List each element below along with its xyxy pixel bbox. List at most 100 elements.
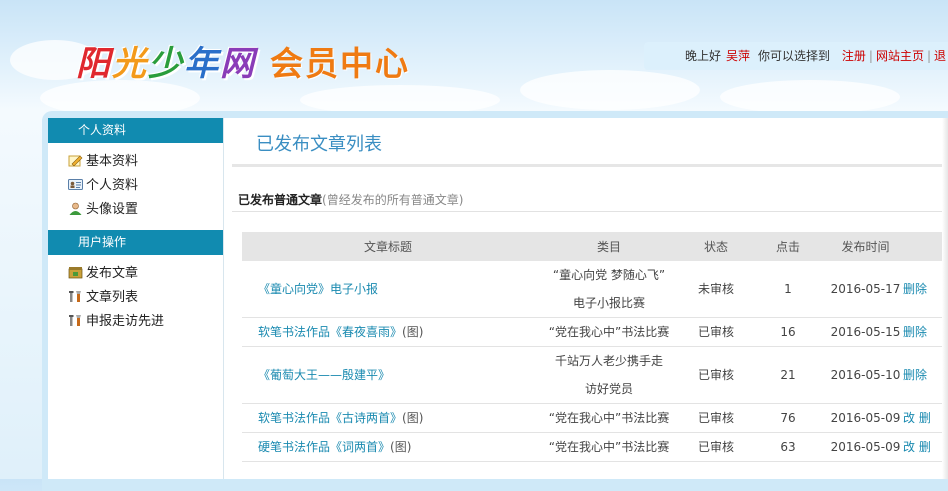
logo-char: 光 <box>112 44 148 84</box>
panel-edge-shadow <box>942 118 948 479</box>
tools-icon <box>68 312 83 326</box>
article-clicks: 16 <box>748 317 828 347</box>
logout-link[interactable]: 退 <box>934 49 946 63</box>
section-subtitle: (曾经发布的所有普通文章) <box>322 193 464 207</box>
article-category-cell: “党在我心中”书法比赛 <box>534 432 684 462</box>
article-status: 已审核 <box>684 432 748 462</box>
article-title-cell: 《葡萄大王——殷建平》 <box>242 346 534 404</box>
delete-link[interactable]: 删除 <box>903 325 927 339</box>
table-row: 硬笔书法作品《词两首》(图) “党在我心中”书法比赛 已审核 63 2016-0… <box>242 432 948 462</box>
sidebar-section-personal-header: 个人资料 <box>48 118 223 143</box>
article-title-cell: 软笔书法作品《古诗两首》(图) <box>242 403 534 433</box>
article-date: 2016-05-10 <box>828 346 903 404</box>
article-table: 文章标题 类目 状态 点击 发布时间 《童心向党》电子小报 “童心向党 梦随心飞… <box>242 232 948 462</box>
section-heading: 已发布普通文章(曾经发布的所有普通文章) <box>238 191 463 208</box>
tools-icon <box>68 288 83 302</box>
edit-delete-links[interactable]: 改 删 <box>903 411 931 425</box>
sidebar-item-article-list[interactable]: 文章列表 <box>68 286 223 310</box>
category-line: “党在我心中”书法比赛 <box>548 440 670 454</box>
category-line: 访好党员 <box>584 382 633 396</box>
table-row: 《童心向党》电子小报 “童心向党 梦随心飞” 电子小报比赛 未审核 1 2016-… <box>242 261 948 318</box>
edit-delete-links[interactable]: 改 删 <box>903 440 931 454</box>
user-avatar-icon <box>68 200 83 215</box>
separator: | <box>926 49 931 63</box>
article-tag: (图) <box>402 411 424 425</box>
article-title-link[interactable]: 软笔书法作品《古诗两首》 <box>258 411 402 425</box>
separator: | <box>868 49 873 63</box>
article-title-link[interactable]: 软笔书法作品《春夜喜雨》 <box>258 325 402 339</box>
category-line: 电子小报比赛 <box>572 296 645 310</box>
article-title-link[interactable]: 《童心向党》电子小报 <box>258 282 378 296</box>
category-line: 千站万人老少携手走 <box>554 354 663 368</box>
sidebar-item-personal-info[interactable]: 个人资料 <box>68 174 223 198</box>
article-clicks: 21 <box>748 346 828 404</box>
article-title-link[interactable]: 《葡萄大王——殷建平》 <box>258 368 390 382</box>
column-header-category: 类目 <box>534 232 684 261</box>
top-user-bar: 晚上好 吴萍 你可以选择到 注册 | 网站主页 | 退 <box>644 42 948 70</box>
article-category-cell: “党在我心中”书法比赛 <box>534 317 684 347</box>
sidebar-user-ops-list: 发布文章 文章列表 申报走访先进 <box>48 255 223 342</box>
article-date: 2016-05-15 <box>828 317 903 347</box>
delete-link[interactable]: 删除 <box>903 368 927 382</box>
article-title-cell: 硬笔书法作品《词两首》(图) <box>242 432 534 462</box>
article-tag: (图) <box>402 325 424 339</box>
article-category-cell: 千站万人老少携手走 访好党员 <box>534 346 684 404</box>
sidebar-section-user-ops-header: 用户操作 <box>48 230 223 255</box>
article-clicks: 1 <box>748 261 828 318</box>
article-title-link[interactable]: 硬笔书法作品《词两首》 <box>258 440 390 454</box>
publish-box-icon <box>68 264 83 279</box>
sidebar-item-declare-visit[interactable]: 申报走访先进 <box>68 310 223 334</box>
logo-site-name: 阳光少年网 <box>76 44 256 84</box>
article-category-cell: “童心向党 梦随心飞” 电子小报比赛 <box>534 261 684 318</box>
sidebar: 个人资料 基本资料 个人资料 头像设置 用户操作 发布文章 文章列表 申报走访先… <box>48 118 224 479</box>
main-content: 已发布文章列表 已发布普通文章(曾经发布的所有普通文章) 文章标题 类目 状态 … <box>224 118 948 479</box>
sidebar-item-avatar-settings[interactable]: 头像设置 <box>68 198 223 222</box>
sidebar-item-label: 个人资料 <box>86 178 139 193</box>
article-status: 已审核 <box>684 317 748 347</box>
id-card-icon <box>68 176 83 190</box>
column-header-date: 发布时间 <box>828 232 903 261</box>
article-status: 已审核 <box>684 403 748 433</box>
sidebar-item-publish-article[interactable]: 发布文章 <box>68 262 223 286</box>
sidebar-item-basic-info[interactable]: 基本资料 <box>68 150 223 174</box>
sidebar-item-label: 头像设置 <box>86 202 139 217</box>
greeting-text: 晚上好 <box>685 49 722 63</box>
sidebar-item-label: 发布文章 <box>86 266 139 281</box>
page-title: 已发布文章列表 <box>256 134 382 155</box>
table-row: 软笔书法作品《古诗两首》(图) “党在我心中”书法比赛 已审核 76 2016-… <box>242 403 948 433</box>
column-header-clicks: 点击 <box>748 232 828 261</box>
divider <box>232 164 948 167</box>
sidebar-item-label: 基本资料 <box>86 154 139 169</box>
category-line: “党在我心中”书法比赛 <box>548 411 670 425</box>
article-date: 2016-05-09 <box>828 403 903 433</box>
article-clicks: 76 <box>748 403 828 433</box>
article-date: 2016-05-17 <box>828 261 903 318</box>
section-title: 已发布普通文章 <box>238 193 323 207</box>
article-status: 未审核 <box>684 261 748 318</box>
logo-char: 网 <box>220 44 256 84</box>
table-row: 软笔书法作品《春夜喜雨》(图) “党在我心中”书法比赛 已审核 16 2016-… <box>242 317 948 347</box>
article-category-cell: “党在我心中”书法比赛 <box>534 403 684 433</box>
logo-char: 阳 <box>76 44 112 84</box>
sidebar-item-label: 申报走访先进 <box>86 314 165 329</box>
logo-char: 少 <box>148 44 184 84</box>
table-header-row: 文章标题 类目 状态 点击 发布时间 <box>242 232 948 261</box>
edit-pencil-icon <box>68 152 83 167</box>
cloud-decoration <box>720 80 900 114</box>
category-line: “童心向党 梦随心飞” <box>552 268 666 282</box>
site-logo[interactable]: 阳光少年网 会员中心 <box>76 36 410 86</box>
delete-link[interactable]: 删除 <box>903 282 927 296</box>
article-status: 已审核 <box>684 346 748 404</box>
sidebar-personal-list: 基本资料 个人资料 头像设置 <box>48 143 223 230</box>
choose-text: 你可以选择到 <box>758 49 831 63</box>
register-link[interactable]: 注册 <box>842 49 866 63</box>
article-date: 2016-05-09 <box>828 432 903 462</box>
table-row: 《葡萄大王——殷建平》 千站万人老少携手走 访好党员 已审核 21 2016-05… <box>242 346 948 404</box>
sidebar-item-label: 文章列表 <box>86 290 139 305</box>
category-line: “党在我心中”书法比赛 <box>548 325 670 339</box>
logo-member-center: 会员中心 <box>270 44 410 83</box>
article-clicks: 63 <box>748 432 828 462</box>
homepage-link[interactable]: 网站主页 <box>876 49 924 63</box>
column-header-status: 状态 <box>684 232 748 261</box>
article-title-cell: 软笔书法作品《春夜喜雨》(图) <box>242 317 534 347</box>
